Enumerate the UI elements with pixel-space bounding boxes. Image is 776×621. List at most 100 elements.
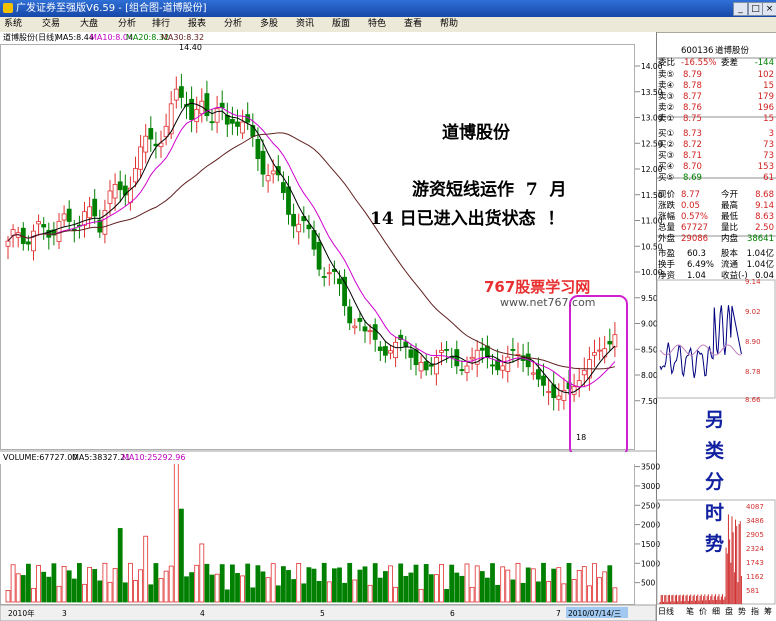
price-tick-label: 8.00 bbox=[641, 371, 658, 380]
candle-body bbox=[311, 230, 317, 250]
volume-bar bbox=[439, 564, 444, 603]
volume-value: VOLUME:67727.00 bbox=[3, 453, 78, 462]
bid-row: 买⑤ 8.69 61 bbox=[657, 173, 776, 184]
quote-cell: 153 bbox=[757, 162, 774, 172]
volume-bar bbox=[530, 568, 536, 603]
candle-body bbox=[240, 121, 246, 134]
ask-row: 卖④ 8.78 15 bbox=[657, 81, 776, 92]
ma10-line bbox=[7, 106, 616, 388]
candle-body bbox=[235, 121, 240, 127]
volume-bar bbox=[525, 567, 531, 603]
quote-cell: 61 bbox=[763, 173, 774, 183]
candle-body bbox=[408, 349, 414, 358]
candle-body bbox=[291, 213, 297, 227]
high-label: 14.40 bbox=[179, 43, 202, 52]
volume-bar bbox=[107, 581, 113, 603]
candle-body bbox=[393, 341, 399, 359]
volume-header: VOLUME:67727.00 MA5:38327.21 MA10:25292.… bbox=[0, 452, 640, 464]
candle-body bbox=[439, 349, 444, 353]
candle-body bbox=[612, 334, 618, 348]
volume-bar bbox=[464, 563, 470, 603]
candle-body bbox=[469, 356, 475, 360]
quote-cell: 196 bbox=[757, 103, 774, 113]
quote-cell: 流通 bbox=[721, 260, 739, 270]
candle-body bbox=[388, 350, 393, 354]
volume-bar bbox=[260, 571, 266, 603]
bottom-tab[interactable]: 笔 bbox=[686, 606, 694, 617]
bottom-tab[interactable]: 日线 bbox=[658, 606, 674, 617]
volume-tick-label: 500 bbox=[641, 579, 656, 588]
volume-bar bbox=[587, 585, 592, 603]
quote-cell: 1.04亿 bbox=[746, 260, 774, 270]
volume-bar bbox=[209, 574, 215, 603]
volume-bar bbox=[520, 582, 526, 603]
bottom-tabs: 日线 笔价细盘势指筹 bbox=[657, 606, 776, 618]
volume-bar bbox=[551, 568, 557, 603]
volume-bar bbox=[296, 562, 302, 603]
volume-bar bbox=[321, 562, 327, 603]
stat-row: 外盘 29086 内盘 38641 bbox=[657, 234, 776, 245]
volume-bar bbox=[51, 563, 57, 603]
ask-row: 卖⑤ 8.79 102 bbox=[657, 70, 776, 81]
candle-body bbox=[280, 182, 286, 194]
quote-cell: 8.73 bbox=[683, 129, 702, 139]
candle-body bbox=[510, 349, 516, 351]
bottom-tab[interactable]: 盘 bbox=[725, 606, 733, 617]
candle-body bbox=[352, 325, 358, 329]
candle-body bbox=[10, 229, 16, 236]
date-tick-label: 3 bbox=[62, 609, 67, 618]
bottom-tab[interactable]: 筹 bbox=[764, 606, 772, 617]
candle-body bbox=[66, 208, 72, 222]
quote-cell: 8.75 bbox=[683, 114, 702, 124]
intraday-vol-tick-label: 1162 bbox=[746, 573, 764, 581]
volume-bar bbox=[245, 563, 251, 603]
date-tick-label: 2010年 bbox=[8, 608, 35, 618]
quote-cell: 8.69 bbox=[683, 173, 702, 183]
candle-body bbox=[219, 102, 225, 109]
volume-bar bbox=[199, 543, 205, 603]
quote-cell: 市盈 bbox=[658, 249, 676, 259]
volume-bar bbox=[56, 585, 62, 603]
candle-body bbox=[178, 86, 184, 98]
quote-cell: 委比 bbox=[658, 58, 676, 68]
candle-body bbox=[41, 224, 47, 228]
quote-cell: 8.77 bbox=[681, 190, 700, 200]
volume-bar bbox=[398, 563, 404, 603]
candle-body bbox=[117, 181, 123, 191]
candle-body bbox=[87, 206, 92, 219]
volume-bar bbox=[71, 578, 77, 603]
candle-body bbox=[357, 318, 363, 322]
volume-bar bbox=[423, 564, 429, 603]
volume-bar bbox=[428, 574, 434, 603]
candle-body bbox=[138, 146, 144, 170]
bottom-tab[interactable]: 价 bbox=[699, 606, 707, 617]
volume-bar bbox=[316, 580, 322, 603]
intraday-vol-tick-label: 2905 bbox=[746, 531, 764, 539]
bottom-tab[interactable]: 指 bbox=[751, 606, 759, 617]
quote-cell: 15 bbox=[763, 81, 774, 91]
fund-row: 净资 1.04 收益(-) 0.04 bbox=[657, 271, 776, 282]
volume-bar bbox=[173, 458, 179, 603]
quote-cell: 8.63 bbox=[755, 212, 774, 222]
candle-body bbox=[107, 190, 113, 204]
volume-bar bbox=[255, 565, 261, 603]
volume-bar bbox=[561, 583, 567, 603]
volume-bar bbox=[607, 565, 613, 603]
highlight-box bbox=[569, 295, 628, 457]
candle-body bbox=[173, 88, 179, 101]
price-tick-label: 7.50 bbox=[641, 397, 658, 406]
volume-tick-label: 3000 bbox=[641, 482, 660, 491]
candle-body bbox=[143, 135, 149, 153]
quote-cell: 股本 bbox=[721, 249, 739, 259]
ma30-line bbox=[7, 132, 616, 370]
volume-bar bbox=[418, 588, 424, 603]
candle-body bbox=[321, 276, 327, 278]
stat-row: 涨幅 0.57% 最低 8.63 bbox=[657, 212, 776, 223]
quote-cell: 73 bbox=[763, 140, 774, 150]
quote-cell: 1.04 bbox=[687, 271, 706, 281]
bottom-tab[interactable]: 势 bbox=[738, 606, 746, 617]
bottom-tab[interactable]: 细 bbox=[712, 606, 720, 617]
watermark-title: 767股票学习网 bbox=[484, 278, 591, 296]
volume-bar bbox=[82, 583, 87, 603]
quote-cell: 总量 bbox=[658, 223, 676, 233]
